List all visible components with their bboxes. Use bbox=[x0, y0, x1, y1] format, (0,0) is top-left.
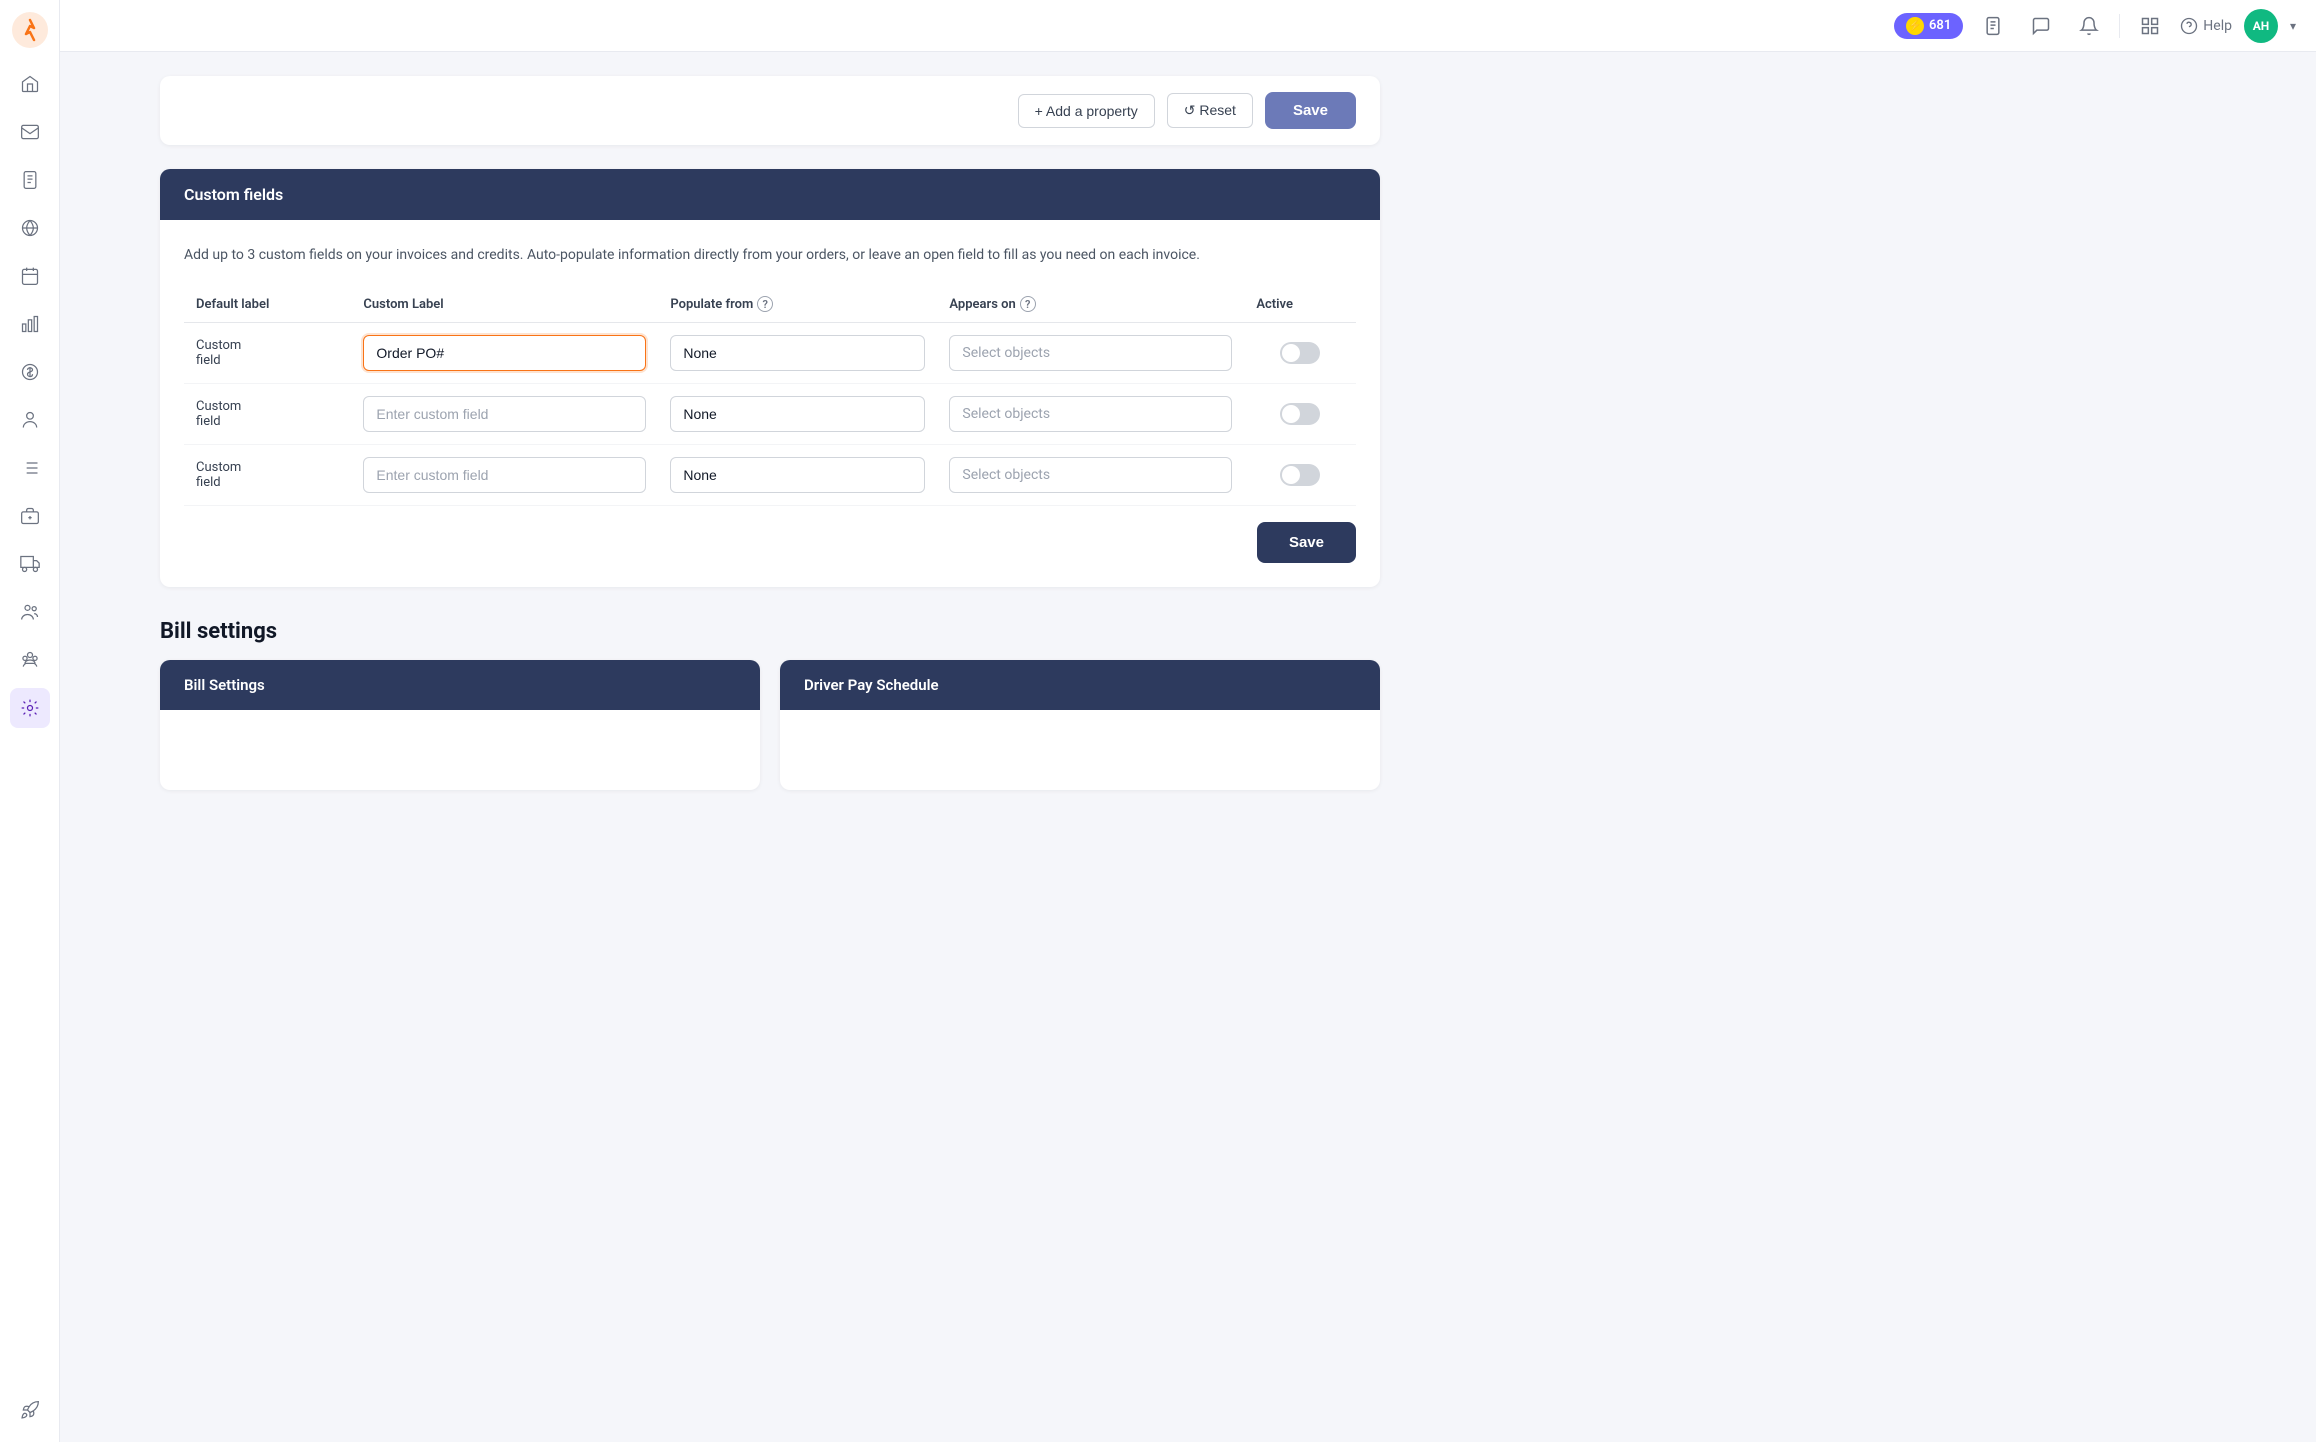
custom-label-input-3[interactable] bbox=[363, 457, 646, 493]
sidebar-item-dollar[interactable] bbox=[10, 352, 50, 392]
add-property-button[interactable]: + Add a property bbox=[1018, 94, 1155, 128]
populate-cell-3: None bbox=[658, 445, 937, 506]
populate-select-1[interactable]: None bbox=[670, 335, 925, 371]
sidebar-item-team[interactable] bbox=[10, 640, 50, 680]
col-header-custom: Custom Label bbox=[351, 286, 658, 323]
populate-cell-1: None bbox=[658, 323, 937, 384]
sidebar-item-calendar[interactable] bbox=[10, 256, 50, 296]
reset-button[interactable]: ↺ Reset bbox=[1167, 93, 1253, 128]
bill-settings-card: Bill Settings bbox=[160, 660, 760, 790]
sidebar-item-list[interactable] bbox=[10, 448, 50, 488]
avatar-initials: AH bbox=[2253, 19, 2270, 33]
save-top-button[interactable]: Save bbox=[1265, 92, 1356, 129]
add-property-label: + Add a property bbox=[1035, 103, 1138, 119]
badge-number: 681 bbox=[1929, 18, 1951, 33]
active-toggle-1[interactable] bbox=[1280, 342, 1320, 364]
driver-pay-card: Driver Pay Schedule bbox=[780, 660, 1380, 790]
appears-cell-1: Select objects bbox=[937, 323, 1244, 384]
reset-label: ↺ Reset bbox=[1184, 102, 1236, 119]
sidebar-item-document[interactable] bbox=[10, 160, 50, 200]
bill-settings-card-header: Bill Settings bbox=[160, 660, 760, 710]
help-button[interactable]: Help bbox=[2180, 17, 2232, 35]
appears-select-3[interactable]: Select objects bbox=[949, 457, 1232, 493]
topbar: ⚡ 681 Help AH ▾ bbox=[60, 0, 2316, 52]
custom-fields-table: Default label Custom Label Populate from… bbox=[184, 286, 1356, 506]
table-row: Customfield None Sele bbox=[184, 445, 1356, 506]
bill-cards-row: Bill Settings Driver Pay Schedule bbox=[160, 660, 1380, 790]
sidebar-item-people-group[interactable] bbox=[10, 592, 50, 632]
divider bbox=[2119, 14, 2120, 38]
sidebar bbox=[0, 0, 60, 1442]
table-row: Customfield None Sele bbox=[184, 384, 1356, 445]
avatar-chevron[interactable]: ▾ bbox=[2290, 19, 2296, 33]
col-header-default: Default label bbox=[184, 286, 351, 323]
bell-icon[interactable] bbox=[2071, 8, 2107, 44]
lightning-icon: ⚡ bbox=[1906, 17, 1924, 35]
custom-fields-header: Custom fields bbox=[160, 169, 1380, 220]
col-header-active: Active bbox=[1244, 286, 1356, 323]
active-toggle-2[interactable] bbox=[1280, 403, 1320, 425]
main-content: + Add a property ↺ Reset Save Custom fie… bbox=[120, 52, 2316, 1442]
default-label-3: Customfield bbox=[184, 445, 351, 506]
bottom-save-row: Save bbox=[184, 522, 1356, 563]
sidebar-item-home[interactable] bbox=[10, 64, 50, 104]
default-label-1: Customfield bbox=[184, 323, 351, 384]
top-panel: + Add a property ↺ Reset Save bbox=[160, 76, 1380, 145]
sidebar-item-truck[interactable] bbox=[10, 544, 50, 584]
populate-select-2[interactable]: None bbox=[670, 396, 925, 432]
sidebar-item-rocket-bottom[interactable] bbox=[10, 1390, 50, 1430]
sidebar-item-person[interactable] bbox=[10, 400, 50, 440]
populate-cell-2: None bbox=[658, 384, 937, 445]
appears-cell-3: Select objects bbox=[937, 445, 1244, 506]
appears-select-1[interactable]: Select objects bbox=[949, 335, 1232, 371]
save-top-label: Save bbox=[1293, 102, 1328, 119]
sidebar-item-mail[interactable] bbox=[10, 112, 50, 152]
appears-help-icon[interactable]: ? bbox=[1020, 296, 1036, 312]
custom-fields-body: Add up to 3 custom fields on your invoic… bbox=[160, 220, 1380, 587]
save-bottom-button[interactable]: Save bbox=[1257, 522, 1356, 563]
sidebar-item-chart[interactable] bbox=[10, 304, 50, 344]
custom-fields-title: Custom fields bbox=[184, 185, 283, 204]
appears-cell-2: Select objects bbox=[937, 384, 1244, 445]
toggle-slider-1 bbox=[1280, 342, 1320, 364]
populate-select-3[interactable]: None bbox=[670, 457, 925, 493]
user-avatar[interactable]: AH bbox=[2244, 9, 2278, 43]
toggle-slider-2 bbox=[1280, 403, 1320, 425]
custom-label-cell-1 bbox=[351, 323, 658, 384]
app-logo[interactable] bbox=[12, 12, 48, 48]
badge-count[interactable]: ⚡ 681 bbox=[1894, 13, 1963, 39]
save-bottom-label: Save bbox=[1289, 534, 1324, 551]
driver-pay-card-header: Driver Pay Schedule bbox=[780, 660, 1380, 710]
populate-help-icon[interactable]: ? bbox=[757, 296, 773, 312]
custom-label-input-2[interactable] bbox=[363, 396, 646, 432]
appears-select-2[interactable]: Select objects bbox=[949, 396, 1232, 432]
sidebar-item-globe[interactable] bbox=[10, 208, 50, 248]
chat-icon[interactable] bbox=[2023, 8, 2059, 44]
active-toggle-3[interactable] bbox=[1280, 464, 1320, 486]
col-header-populate: Populate from ? bbox=[658, 286, 937, 323]
active-cell-1 bbox=[1244, 323, 1356, 384]
active-cell-3 bbox=[1244, 445, 1356, 506]
custom-label-input-1[interactable] bbox=[363, 335, 646, 371]
bill-settings-title: Bill settings bbox=[160, 619, 1380, 644]
table-row: Customfield None Sele bbox=[184, 323, 1356, 384]
notes-icon[interactable] bbox=[1975, 8, 2011, 44]
custom-fields-section: Custom fields Add up to 3 custom fields … bbox=[160, 169, 1380, 587]
grid-icon[interactable] bbox=[2132, 8, 2168, 44]
active-cell-2 bbox=[1244, 384, 1356, 445]
sidebar-item-briefcase[interactable] bbox=[10, 496, 50, 536]
toggle-slider-3 bbox=[1280, 464, 1320, 486]
custom-fields-desc: Add up to 3 custom fields on your invoic… bbox=[184, 244, 1356, 266]
sidebar-item-settings[interactable] bbox=[10, 688, 50, 728]
default-label-2: Customfield bbox=[184, 384, 351, 445]
custom-label-cell-2 bbox=[351, 384, 658, 445]
custom-label-cell-3 bbox=[351, 445, 658, 506]
help-label: Help bbox=[2203, 18, 2232, 34]
col-header-appears: Appears on ? bbox=[937, 286, 1244, 323]
bill-settings-section: Bill settings Bill Settings Driver Pay S… bbox=[160, 619, 1380, 790]
